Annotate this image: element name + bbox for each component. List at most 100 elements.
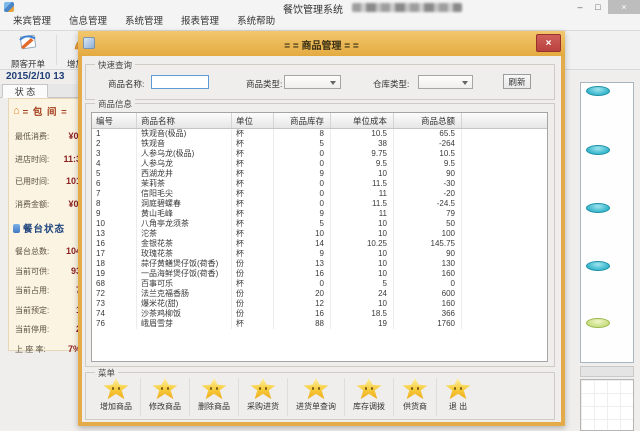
- menu-action-button[interactable]: 增加商品: [92, 378, 140, 416]
- table-cell: 12: [274, 299, 331, 309]
- menu-action-button[interactable]: 进货单查询: [287, 378, 344, 416]
- table-cell: 2: [92, 139, 137, 149]
- table-row[interactable]: 4人参乌龙杯09.59.5: [92, 159, 547, 169]
- table-cell: 1760: [394, 319, 462, 329]
- product-type-select[interactable]: [284, 75, 341, 89]
- table-row[interactable]: 68百事可乐杯050: [92, 279, 547, 289]
- menu-action-button[interactable]: 修改商品: [140, 378, 189, 416]
- table-cell: 份: [232, 259, 274, 269]
- table-cell: 份: [232, 309, 274, 319]
- table-icon[interactable]: [586, 261, 610, 271]
- table-cell: 法兰克福香肠: [137, 289, 232, 299]
- column-header[interactable]: 编号: [92, 113, 137, 128]
- menu-action-button[interactable]: 删除商品: [189, 378, 238, 416]
- table-cell: 10: [331, 299, 394, 309]
- table-cell: 杯: [232, 249, 274, 259]
- table-row[interactable]: 10八角亭龙须茶杯51050: [92, 219, 547, 229]
- table-row[interactable]: 3人参乌龙(极品)杯09.7510.5: [92, 149, 547, 159]
- room-section-title: = 包 间 =: [23, 104, 68, 118]
- minimize-button[interactable]: –: [572, 0, 588, 14]
- menu-item[interactable]: 系统帮助: [228, 14, 284, 30]
- table-icon[interactable]: [586, 145, 610, 155]
- table-row[interactable]: 6茉莉茶杯011.5-30: [92, 179, 547, 189]
- menu-action-label: 修改商品: [149, 401, 181, 412]
- table-row[interactable]: 5西湖龙井杯91090: [92, 169, 547, 179]
- table-cell: 17: [92, 249, 137, 259]
- toolbar-button-open-order[interactable]: 顾客开单: [2, 33, 54, 70]
- menu-action-button[interactable]: 采购进货: [238, 378, 287, 416]
- table-row[interactable]: 17玫瑰花茶杯91090: [92, 249, 547, 259]
- table-row[interactable]: 2铁观音杯538-264: [92, 139, 547, 149]
- table-cell: 74: [92, 309, 137, 319]
- table-row[interactable]: 18蒜仔黄鳝煲仔饭(荷香)份1310130: [92, 259, 547, 269]
- menu-action-button[interactable]: 退 出: [436, 378, 479, 416]
- stat-row: 已用时间: 101: [15, 176, 81, 187]
- table-icon[interactable]: [586, 203, 610, 213]
- table-cell: 杯: [232, 179, 274, 189]
- table-cell: 10.25: [331, 239, 394, 249]
- product-name-input[interactable]: [151, 75, 209, 89]
- menu-action-label: 库存调拨: [353, 401, 385, 412]
- maximize-button[interactable]: □: [590, 0, 606, 14]
- menu-item[interactable]: 报表管理: [172, 14, 228, 30]
- table-row[interactable]: 72法兰克福香肠份2024600: [92, 289, 547, 299]
- menu-item[interactable]: 信息管理: [60, 14, 116, 30]
- table-cell: 9.75: [331, 149, 394, 159]
- table-cell: 份: [232, 269, 274, 279]
- table-icon[interactable]: [586, 86, 610, 96]
- table-cell: 10: [331, 229, 394, 239]
- dialog-titlebar[interactable]: = = 商品管理 = = ×: [78, 31, 565, 56]
- tab-status[interactable]: 状 态: [2, 84, 48, 98]
- table-cell: 5: [92, 169, 137, 179]
- table-row[interactable]: 1铁观音(极品)杯810.565.5: [92, 129, 547, 139]
- table-row[interactable]: 7信阳毛尖杯011-20: [92, 189, 547, 199]
- refresh-button[interactable]: 刷新: [503, 74, 531, 89]
- table-row[interactable]: 76峨眉雪芽杯88191760: [92, 319, 547, 329]
- dialog-close-button[interactable]: ×: [536, 34, 561, 52]
- menu-item[interactable]: 系统管理: [116, 14, 172, 30]
- window-close-button[interactable]: ×: [608, 0, 640, 14]
- table-cell: 杯: [232, 319, 274, 329]
- stat-row: 当前占用: 7: [15, 285, 81, 296]
- stat-label: 进店时间:: [15, 154, 49, 165]
- table-cell: 杯: [232, 169, 274, 179]
- table-cell: 160: [394, 299, 462, 309]
- screen: 餐饮管理系统 – □ × 来宾管理信息管理系统管理报表管理系统帮助 顾客开单 增…: [0, 0, 640, 431]
- table-status-title: 餐台状态: [23, 221, 65, 235]
- table-row[interactable]: 73爆米花(甜)份1210160: [92, 299, 547, 309]
- menu-action-button[interactable]: 库存调拨: [344, 378, 393, 416]
- table-cell: 5: [331, 279, 394, 289]
- stat-label: 当前可供:: [15, 266, 49, 277]
- table-row[interactable]: 19一品海鲜煲仔饭(荷香)份1610160: [92, 269, 547, 279]
- stat-row: 进店时间: 11:3: [15, 154, 81, 165]
- table-row[interactable]: 74沙茶鸡柳饭份1618.5366: [92, 309, 547, 319]
- table-cell: 6: [92, 179, 137, 189]
- table-row[interactable]: 16金银花茶杯1410.25145.75: [92, 239, 547, 249]
- column-header[interactable]: 商品库存: [274, 113, 331, 128]
- table-cell: 铁观音: [137, 139, 232, 149]
- product-management-dialog: = = 商品管理 = = × 快速查询 商品名称: 商品类型: 仓库类型: 刷新…: [78, 31, 565, 426]
- table-cell: 1: [92, 129, 137, 139]
- table-cell: 366: [394, 309, 462, 319]
- column-header[interactable]: 商品名称: [137, 113, 232, 128]
- warehouse-type-select[interactable]: [418, 75, 473, 89]
- column-header[interactable]: 商品总额: [394, 113, 462, 128]
- table-cell: 人参乌龙: [137, 159, 232, 169]
- menu-item[interactable]: 来宾管理: [4, 14, 60, 30]
- table-row[interactable]: 13沱茶杯1010100: [92, 229, 547, 239]
- table-cell: 20: [274, 289, 331, 299]
- table-cell: 50: [394, 219, 462, 229]
- table-row[interactable]: 8洞庭碧螺春杯011.5-24.5: [92, 199, 547, 209]
- column-header[interactable]: 单位成本: [331, 113, 394, 128]
- table-row[interactable]: 9黄山毛峰杯91179: [92, 209, 547, 219]
- table-cell: 铁观音(极品): [137, 129, 232, 139]
- menu-action-button[interactable]: 供货商: [393, 378, 436, 416]
- star-icon: [201, 378, 227, 400]
- dialog-title: = = 商品管理 = =: [78, 37, 565, 52]
- menu-action-label: 采购进货: [247, 401, 279, 412]
- table-cell: 100: [394, 229, 462, 239]
- table-cell: 88: [274, 319, 331, 329]
- menu-action-label: 进货单查询: [296, 401, 336, 412]
- table-icon[interactable]: [586, 318, 610, 328]
- column-header[interactable]: 单位: [232, 113, 274, 128]
